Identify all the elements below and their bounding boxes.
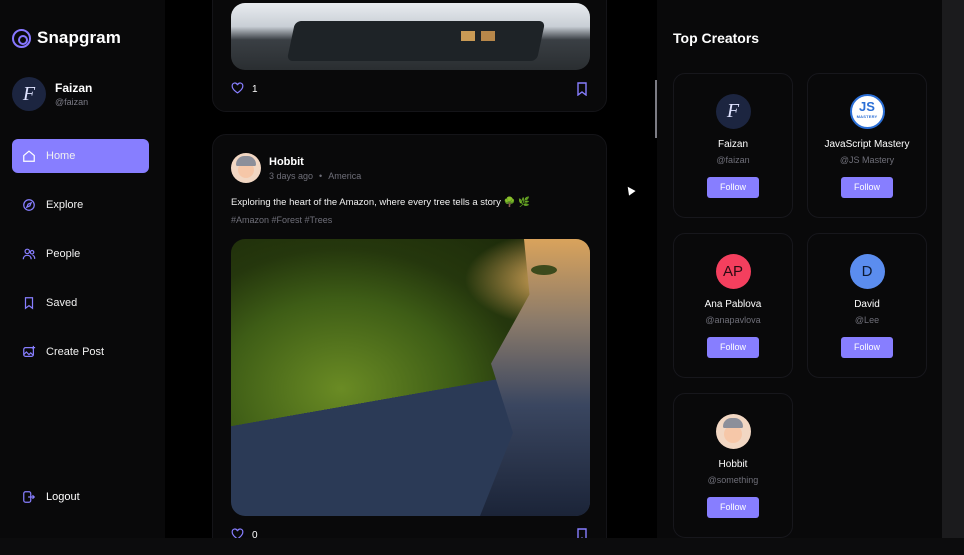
creator-card[interactable]: AP Ana Pablova @anapavlova Follow	[673, 233, 793, 378]
logout-button[interactable]: Logout	[22, 490, 80, 504]
avatar: F	[12, 77, 46, 111]
nav-label-explore: Explore	[46, 199, 84, 211]
creator-card[interactable]: F Faizan @faizan Follow	[673, 73, 793, 218]
nav-label-create-post: Create Post	[46, 346, 105, 358]
post-card: Hobbit 3 days ago • America Exploring th…	[212, 134, 607, 554]
creator-name: JavaScript Mastery	[824, 139, 910, 150]
nav-item-saved[interactable]: Saved	[12, 286, 149, 320]
post-tags: #Amazon #Forest #Trees	[231, 215, 333, 225]
follow-button[interactable]: Follow	[707, 497, 759, 518]
bottom-bar	[0, 538, 964, 555]
logout-label: Logout	[46, 491, 80, 503]
follow-button[interactable]: Follow	[841, 337, 893, 358]
post-card: 1	[212, 0, 607, 112]
creator-name: David	[854, 299, 880, 310]
window-scrollbar[interactable]	[942, 0, 964, 555]
profile-handle: @faizan	[55, 97, 89, 107]
people-icon	[22, 247, 36, 261]
profile-link[interactable]: F Faizan @faizan	[12, 77, 92, 111]
post-caption: Exploring the heart of the Amazon, where…	[231, 197, 530, 208]
creator-handle: @anapavlova	[705, 315, 761, 325]
bookmark-icon	[22, 296, 36, 310]
dot-separator: •	[319, 170, 323, 181]
js-mastery-logo: JS MASTERY	[849, 94, 885, 129]
heart-icon[interactable]	[231, 82, 244, 97]
nav-label-saved: Saved	[46, 297, 78, 309]
main-nav: Home Explore People Saved Create Post	[12, 139, 149, 384]
nav-item-people[interactable]: People	[12, 237, 149, 271]
creator-handle: @something	[707, 475, 759, 485]
creator-handle: @faizan	[716, 155, 750, 165]
creator-card[interactable]: D David @Lee Follow	[807, 233, 927, 378]
post-meta: 3 days ago • America	[269, 171, 361, 181]
follow-button[interactable]: Follow	[707, 177, 759, 198]
avatar: F	[715, 94, 751, 129]
follow-button[interactable]: Follow	[707, 337, 759, 358]
nav-item-home[interactable]: Home	[12, 139, 149, 173]
home-icon	[22, 149, 36, 163]
post-time: 3 days ago	[269, 170, 314, 181]
left-sidebar: Snapgram F Faizan @faizan Home Explore P…	[0, 0, 165, 540]
post-image[interactable]	[231, 3, 590, 70]
top-creators-panel: Top Creators F Faizan @faizan Follow JS M…	[657, 0, 942, 540]
post-stats: 1	[231, 82, 258, 97]
follow-button[interactable]: Follow	[841, 177, 893, 198]
creator-card[interactable]: Hobbit @something Follow	[673, 393, 793, 538]
post-author[interactable]: Hobbit	[269, 156, 361, 168]
save-post-icon[interactable]	[576, 82, 588, 97]
profile-name: Faizan	[55, 81, 93, 95]
nav-label-home: Home	[46, 150, 76, 162]
brand[interactable]: Snapgram	[12, 28, 121, 48]
nav-item-explore[interactable]: Explore	[12, 188, 149, 222]
creator-card[interactable]: JS MASTERY JavaScript Mastery @JS Mastery…	[807, 73, 927, 218]
home-feed[interactable]: 1 Hobbit 3 days ago • America Exploring …	[165, 0, 655, 554]
snapgram-logo-icon	[12, 28, 31, 48]
nav-label-people: People	[46, 248, 81, 260]
avatar: D	[849, 254, 885, 289]
brand-name: Snapgram	[37, 28, 121, 47]
avatar	[231, 153, 261, 183]
explore-icon	[22, 198, 36, 212]
creator-name: Faizan	[717, 139, 748, 150]
avatar: AP	[715, 254, 751, 289]
post-location: America	[328, 170, 362, 181]
creator-name: Hobbit	[718, 459, 748, 470]
top-creators-title: Top Creators	[673, 30, 760, 46]
creator-handle: @JS Mastery	[839, 155, 895, 165]
creator-name: Ana Pablova	[704, 299, 762, 310]
nav-item-create-post[interactable]: Create Post	[12, 335, 149, 369]
post-image[interactable]	[231, 239, 590, 516]
creator-handle: @Lee	[854, 315, 880, 325]
image-plus-icon	[22, 345, 36, 359]
post-header[interactable]: Hobbit 3 days ago • America	[231, 153, 361, 183]
like-count: 1	[252, 84, 258, 95]
avatar	[715, 414, 751, 449]
logout-icon	[22, 490, 36, 504]
